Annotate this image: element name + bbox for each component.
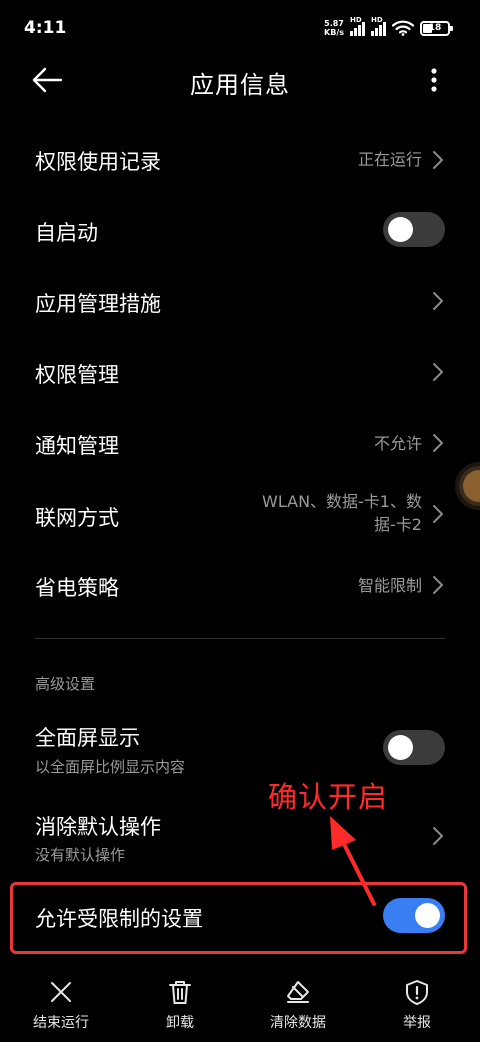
row-value: WLAN、数据-卡1、数 据-卡2 xyxy=(262,490,422,536)
status-bar: 4:11 5.87 KB/s HD HD 18 xyxy=(0,0,480,56)
hd-label: HD xyxy=(350,16,362,24)
annotation-highlight-box xyxy=(10,882,467,954)
eraser-icon xyxy=(287,981,309,1003)
signal-sim2-icon: HD xyxy=(371,16,386,36)
section-divider xyxy=(35,638,445,639)
battery-icon: 18 xyxy=(420,20,453,36)
close-icon xyxy=(51,982,71,1002)
status-icons: 5.87 KB/s HD HD 18 xyxy=(324,16,453,38)
row-value: 智能限制 xyxy=(357,576,422,595)
row-title: 应用管理措施 xyxy=(35,292,161,316)
trash-icon xyxy=(169,981,191,1004)
report-button[interactable]: 举报 xyxy=(362,968,472,1032)
fullscreen-display-toggle[interactable] xyxy=(383,730,445,765)
network-mode-row[interactable]: 联网方式 WLAN、数据-卡1、数 据-卡2 xyxy=(0,478,480,550)
annotation-text: 确认开启 xyxy=(268,780,389,814)
status-time: 4:11 xyxy=(24,18,67,38)
network-speed-unit: KB/s xyxy=(324,28,344,37)
permission-usage-record-row[interactable]: 权限使用记录 正在运行 xyxy=(0,124,480,196)
app-management-measures-row[interactable]: 应用管理措施 xyxy=(0,266,480,336)
row-value: 不允许 xyxy=(373,434,422,453)
annotation-arrow-icon xyxy=(330,816,376,906)
permission-management-row[interactable]: 权限管理 xyxy=(0,336,480,408)
wifi-icon xyxy=(392,20,414,36)
row-subtitle: 以全面屏比例显示内容 xyxy=(35,758,186,776)
row-title: 自启动 xyxy=(35,221,98,245)
app-header: 应用信息 xyxy=(0,56,480,104)
notification-management-row[interactable]: 通知管理 不允许 xyxy=(0,408,480,478)
chevron-right-icon xyxy=(433,576,443,594)
row-value-line2: 据-卡2 xyxy=(374,515,422,534)
force-stop-label: 结束运行 xyxy=(33,1015,89,1031)
chevron-right-icon xyxy=(433,292,443,310)
row-title: 通知管理 xyxy=(35,434,119,458)
chevron-right-icon xyxy=(433,434,443,452)
chevron-right-icon xyxy=(433,827,443,845)
advanced-settings-label: 高级设置 xyxy=(35,675,96,693)
shield-alert-icon xyxy=(406,980,428,1005)
fullscreen-display-row: 全面屏显示 以全面屏比例显示内容 xyxy=(0,712,480,784)
row-value: 正在运行 xyxy=(357,150,422,169)
row-title: 全面屏显示 xyxy=(35,726,140,750)
row-title: 消除默认操作 xyxy=(35,815,161,839)
auto-start-toggle[interactable] xyxy=(383,212,445,247)
row-title: 权限使用记录 xyxy=(35,150,161,174)
clear-defaults-row[interactable]: 消除默认操作 没有默认操作 xyxy=(0,800,480,872)
hd-label: HD xyxy=(371,16,383,24)
battery-level: 18 xyxy=(428,23,442,33)
uninstall-button[interactable]: 卸载 xyxy=(125,968,235,1032)
page-title: 应用信息 xyxy=(190,71,290,99)
clear-data-button[interactable]: 清除数据 xyxy=(243,968,353,1032)
network-speed: 5.87 KB/s xyxy=(324,19,344,37)
row-title: 省电策略 xyxy=(35,576,119,600)
row-subtitle: 没有默认操作 xyxy=(35,846,126,864)
more-options-icon[interactable] xyxy=(420,64,448,96)
row-title: 权限管理 xyxy=(35,363,119,387)
row-title: 联网方式 xyxy=(35,506,119,530)
uninstall-label: 卸载 xyxy=(166,1015,194,1031)
signal-sim1-icon: HD xyxy=(350,16,365,36)
clear-data-label: 清除数据 xyxy=(270,1015,326,1031)
chevron-right-icon xyxy=(433,505,443,523)
network-speed-value: 5.87 xyxy=(324,19,344,28)
power-saving-strategy-row[interactable]: 省电策略 智能限制 xyxy=(0,550,480,620)
bottom-action-bar: 结束运行 卸载 清除数据 举报 xyxy=(0,968,480,1042)
row-value-line1: WLAN、数据-卡1、数 xyxy=(262,492,422,511)
force-stop-button[interactable]: 结束运行 xyxy=(6,968,116,1032)
chevron-right-icon xyxy=(433,151,443,169)
report-label: 举报 xyxy=(403,1015,431,1031)
auto-start-row: 自启动 xyxy=(0,196,480,266)
chevron-right-icon xyxy=(433,363,443,381)
